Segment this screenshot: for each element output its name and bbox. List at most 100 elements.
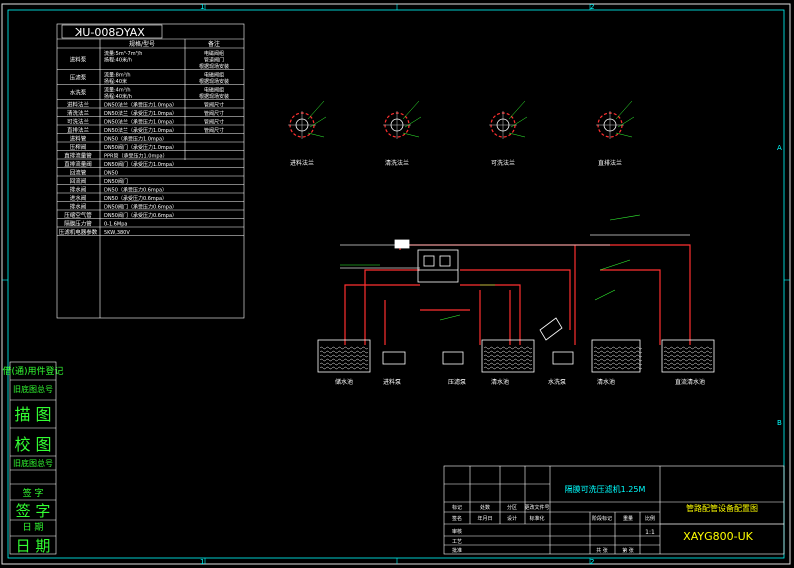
stamp-date: 日 期: [23, 522, 44, 533]
zone-mark-row-b: B: [777, 419, 782, 427]
title-block-label: 标记: [452, 504, 462, 511]
flange-1: 进料法兰: [288, 100, 327, 167]
flange-2: 清洗法兰: [383, 100, 422, 167]
stamp-date-big: 日 期: [16, 537, 51, 555]
spec-row-spec: DN50阀门（承受压力1.0mpa）: [104, 144, 177, 151]
title-block-label: 分区: [507, 504, 517, 511]
spec-row-name: 压榨阀: [70, 143, 87, 151]
spec-row-name: 排水阀: [70, 202, 87, 210]
spec-row-spec: DN50法兰（承受压力1.0mpa）: [104, 110, 177, 117]
title-block-label: 审核: [452, 528, 462, 535]
title-block-label: 比例: [645, 515, 655, 522]
stamp-old-plan-2: 旧底图总号: [13, 458, 53, 468]
spec-row-spec: 0-1.6Mpa: [104, 222, 128, 228]
title-scale: 1:1: [645, 529, 655, 536]
spec-row-note: 管阀尺寸: [204, 119, 224, 126]
tank-label: 直流清水池: [675, 378, 705, 386]
stamp-trace: 描 图: [14, 405, 51, 424]
spec-row-name: 进料管: [70, 134, 87, 142]
spec-row-note: 管阀尺寸: [204, 127, 224, 134]
spec-row-name: 压缩空气管: [64, 211, 92, 219]
spec-row-spec: DN50法兰（承受压力1.0mpa）: [104, 127, 177, 134]
title-code: XAYG800-UK: [683, 530, 753, 543]
title-block-label: 第 张: [622, 547, 634, 554]
spec-row-spec: DN50阀门（承受压力0.6mpa）: [104, 212, 177, 219]
spec-row-name: 进料泵: [70, 55, 87, 63]
spec-row-note: 管阀尺寸: [204, 102, 224, 109]
spec-row-spec: 流量:5m³-7m³/h: [104, 50, 142, 57]
spec-row-spec: DN50阀门（承受压力1.0mpa）: [104, 161, 177, 168]
spec-row-spec: DN50法兰（承受压力1.0mpa）: [104, 102, 177, 109]
title-block-label: 设计: [507, 515, 517, 522]
spec-row-note: 电磁阀组: [204, 50, 224, 57]
spec-row-spec: DN50（承受压力0.6mpa）: [104, 187, 167, 194]
title-block-label: 阶段标记: [592, 515, 612, 522]
spec-row-spec: DN50法兰（承受压力1.0mpa）: [104, 119, 177, 126]
spec-row-name: 直排法兰: [67, 126, 90, 134]
title-block-label: 签名: [452, 515, 462, 522]
spec-row-name: 进料法兰: [67, 100, 90, 108]
tanks: [317, 339, 715, 373]
flange-label: 直排法兰: [598, 159, 622, 167]
spec-row-name: 回流管: [70, 168, 87, 176]
spec-row-note: 根据现场安装: [199, 63, 229, 70]
tank-label: 清水池: [491, 378, 509, 386]
tank-1: [317, 339, 371, 373]
spec-row-spec: DN50（承受压力1.0mpa）: [104, 136, 167, 143]
spec-row-spec: 扬程:40米/h: [104, 93, 132, 100]
spec-row-spec: 流量:8m³/h: [104, 72, 131, 79]
spec-row-spec: DN50阀门（承受压力0.6mpa）: [104, 204, 177, 211]
flange-3: 可洗法兰: [489, 100, 528, 167]
spec-header-spec: 规格/型号: [129, 40, 155, 48]
title-block-label: 更改文件号: [524, 504, 549, 511]
spec-row-note: 根据现场安装: [199, 78, 229, 85]
tank-label: 清水池: [597, 378, 615, 386]
spec-row-note: 根据现场安装: [199, 93, 229, 100]
zone-mark-col1-top: 1: [200, 3, 204, 11]
title-block-label: 年月日: [477, 515, 492, 522]
spec-row-spec: DN50（承受压力0.6mpa）: [104, 195, 167, 202]
title-machine: 隔膜可洗压滤机1.25M: [565, 484, 646, 494]
flange-label: 可洗法兰: [491, 159, 515, 167]
spec-row-note: 电磁阀组: [204, 87, 224, 94]
spec-row-note: 电磁阀组: [204, 72, 224, 79]
spec-row-spec: DN50阀门: [104, 178, 128, 185]
spec-row-name: 回流阀: [70, 177, 87, 185]
tank-label: 水洗泵: [548, 378, 566, 386]
title-block-label: 重量: [623, 515, 633, 522]
spec-row-name: 压滤机电器参数: [59, 228, 98, 236]
spec-row-name: 排水阀: [70, 185, 87, 193]
spec-row-name: 可洗法兰: [67, 117, 90, 125]
stamp-register: 借(通)用件登记: [2, 365, 63, 377]
spec-row-name: 压滤泵: [70, 74, 87, 82]
flange-label: 清洗法兰: [385, 159, 409, 167]
spec-row-spec: 流量:4m³/h: [104, 87, 131, 94]
tank-4: [661, 339, 715, 373]
title-block-label: 处数: [480, 504, 490, 511]
tank-labels: 储水池 进料泵 压滤泵 清水池 水洗泵 清水池 直流清水池: [335, 378, 705, 386]
spec-header-note: 备注: [208, 40, 220, 48]
spec-row-name: 水洗泵: [70, 89, 87, 97]
title-block-label: 共 张: [596, 547, 608, 554]
piping-diagram: [340, 214, 691, 365]
spec-table-title: XAYG800-UK: [74, 26, 144, 39]
tank-label: 压滤泵: [448, 378, 466, 386]
spec-row-name: 直排流量管: [64, 151, 92, 159]
spec-row-spec: 5KW,380V: [104, 230, 130, 236]
stamp-old-plan: 旧底图总号: [13, 384, 53, 394]
stamp-check: 校 图: [14, 435, 51, 454]
spec-row-spec: DN50: [104, 171, 118, 177]
spec-row-name: 直排流量阀: [64, 160, 92, 168]
tank-2: [481, 339, 535, 373]
stamp-sign-big: 签 字: [16, 502, 51, 520]
spec-row-note: 管道阀门: [204, 57, 224, 64]
title-block-label: 批准: [452, 547, 462, 554]
title-block-label: 标准化: [529, 515, 544, 522]
spec-row-name: 进水阀: [70, 194, 87, 202]
spec-row-name: 隔膜压力管: [64, 219, 92, 227]
flange-4: 直排法兰: [596, 100, 635, 167]
zone-mark-row-a: A: [777, 144, 782, 152]
title-drawing: 管路配管设备配置图: [686, 503, 758, 513]
zone-mark-col2-bottom: 2: [590, 558, 594, 566]
spec-row-spec: PPR管（承受压力1.0mpa）: [104, 153, 168, 160]
